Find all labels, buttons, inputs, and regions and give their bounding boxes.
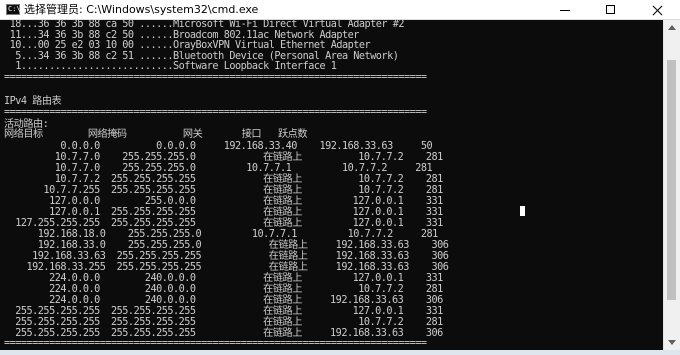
console-line: 10...00 25 e2 03 10 00 ......OrayBoxVPN … <box>4 40 371 51</box>
console-line: 0.0.0.0 0.0.0.0 192.168.33.40 192.168.33… <box>4 141 433 152</box>
console-line: 255.255.255.255 255.255.255.255 在链路上 127… <box>4 306 443 317</box>
console-line: 224.0.0.0 240.0.0.0 在链路上 10.7.7.2 281 <box>4 284 443 295</box>
console-line: 192.168.33.0 255.255.255.0 在链路上 192.168.… <box>4 240 449 251</box>
console-line: 127.255.255.255 255.255.255.255 在链路上 127… <box>4 218 443 229</box>
title-bar[interactable]: C:\ 选择管理员: C:\Windows\system32\cmd.exe <box>0 0 680 20</box>
console-line: 1...........................Software Loo… <box>4 61 337 72</box>
vertical-scrollbar[interactable] <box>663 20 680 350</box>
console-line: ========================================… <box>4 107 427 118</box>
console-output[interactable]: 18...36 36 3b 88 ca 50 ......Microsoft W… <box>0 20 663 350</box>
console-line: 网络目标 网络掩码 网关 接口 跃点数 <box>4 129 308 140</box>
console-line: 10.7.7.0 255.255.255.0 在链路上 10.7.7.2 281 <box>4 152 444 163</box>
window-title: 选择管理员: C:\Windows\system32\cmd.exe <box>24 3 259 16</box>
console-line: 10.7.7.255 255.255.255.255 在链路上 10.7.7.2… <box>4 185 443 196</box>
console-line: 224.0.0.0 240.0.0.0 在链路上 192.168.33.63 3… <box>4 295 443 306</box>
maximize-button[interactable] <box>588 0 634 20</box>
console-line: 127.0.0.1 255.255.255.255 在链路上 127.0.0.1… <box>4 207 443 218</box>
console-line: ========================================… <box>4 71 427 83</box>
scroll-up-arrow-icon[interactable] <box>668 25 676 30</box>
text-cursor <box>520 206 525 216</box>
console-line: 18...36 36 3b 88 ca 50 ......Microsoft W… <box>4 20 405 30</box>
console-line: 192.168.33.63 255.255.255.255 在链路上 192.1… <box>4 251 449 262</box>
console-line: IPv4 路由表 <box>4 96 62 107</box>
console-line: 10.7.7.2 255.255.255.255 在链路上 10.7.7.2 2… <box>4 174 444 185</box>
console-line: 255.255.255.255 255.255.255.255 在链路上 10.… <box>4 317 443 328</box>
console-line: 127.0.0.0 255.0.0.0 在链路上 127.0.0.1 331 <box>4 196 443 207</box>
taskbar-edge <box>0 350 680 355</box>
console-line: 224.0.0.0 240.0.0.0 在链路上 127.0.0.1 331 <box>4 273 443 284</box>
close-button[interactable] <box>634 0 680 20</box>
minimize-button[interactable] <box>542 0 588 20</box>
console-line: 192.168.18.0 255.255.255.0 10.7.7.1 10.7… <box>4 229 438 240</box>
console-line: 10.7.7.0 255.255.255.0 10.7.7.1 10.7.7.2… <box>4 163 433 174</box>
console-line: ========================================… <box>4 338 427 349</box>
cmd-icon: C:\ <box>6 4 21 15</box>
scroll-down-arrow-icon[interactable] <box>668 340 676 345</box>
scrollbar-thumb[interactable] <box>667 60 676 300</box>
console-line: 192.168.33.255 255.255.255.255 在链路上 192.… <box>4 262 449 273</box>
